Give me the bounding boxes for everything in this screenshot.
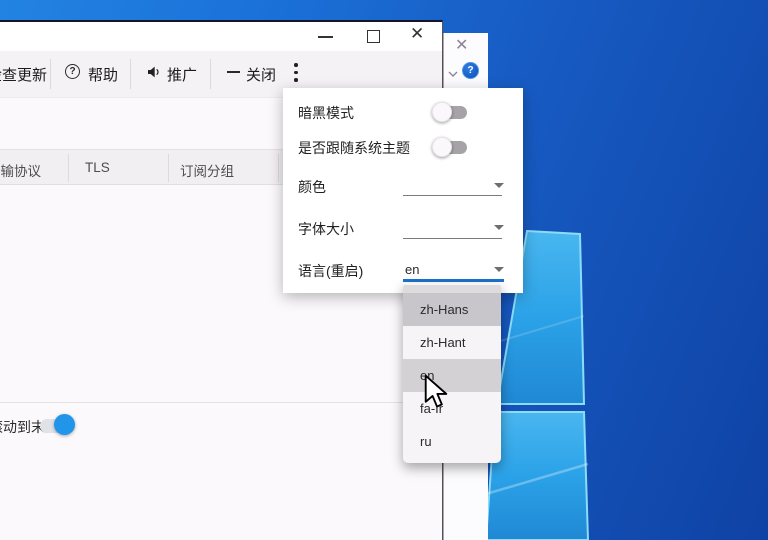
toolbar-divider <box>210 59 211 89</box>
dropdown-option-empty[interactable] <box>403 285 501 293</box>
dark-mode-label: 暗黑模式 <box>298 103 354 123</box>
dropdown-option-zh-hans[interactable]: zh-Hans <box>403 293 501 326</box>
column-divider <box>278 154 279 182</box>
more-options-icon[interactable] <box>294 63 298 86</box>
scroll-to-end-toggle-thumb[interactable] <box>54 414 75 435</box>
language-select-focus-underline <box>403 279 504 282</box>
settings-popup: 暗黑模式 是否跟随系统主题 颜色 字体大小 语言(重启) en <box>283 88 523 293</box>
titlebar: ✕ <box>0 22 442 51</box>
color-select-underline[interactable] <box>403 195 502 196</box>
column-tls[interactable]: TLS <box>85 160 110 175</box>
language-label: 语言(重启) <box>298 261 363 281</box>
help-circle-icon: ? <box>65 64 80 79</box>
chevron-down-icon[interactable] <box>447 70 459 78</box>
footer-divider <box>0 402 442 403</box>
toolbar-divider <box>130 59 131 89</box>
follow-system-theme-label: 是否跟随系统主题 <box>298 138 410 158</box>
dropdown-option-en[interactable]: en <box>403 359 501 392</box>
dark-mode-toggle[interactable] <box>432 102 472 122</box>
language-select-arrow-icon[interactable] <box>494 267 504 272</box>
language-select-value[interactable]: en <box>405 262 419 277</box>
maximize-icon[interactable] <box>367 30 380 43</box>
check-update-button[interactable]: 检查更新 <box>0 64 47 85</box>
font-size-select-arrow-icon[interactable] <box>494 225 504 230</box>
dropdown-option-ru[interactable]: ru <box>403 425 501 458</box>
toolbar-divider <box>50 59 51 89</box>
speaker-icon <box>146 64 162 80</box>
font-size-select-underline[interactable] <box>403 238 502 239</box>
mouse-cursor <box>424 374 448 410</box>
follow-system-theme-toggle[interactable] <box>432 137 472 157</box>
minus-icon <box>227 71 240 73</box>
column-transport-protocol[interactable]: 传输协议 <box>0 160 41 180</box>
close-menu-button[interactable]: 关闭 <box>246 64 276 85</box>
color-select-arrow-icon[interactable] <box>494 183 504 188</box>
close-icon[interactable]: ✕ <box>410 24 424 44</box>
column-subscription-group[interactable]: 订阅分组 <box>180 160 234 180</box>
column-divider <box>68 154 69 182</box>
help-badge-icon[interactable]: ? <box>462 62 479 79</box>
minimize-icon[interactable] <box>318 36 333 38</box>
dropdown-option-fa-ir[interactable]: fa-Ir <box>403 392 501 425</box>
promotion-button[interactable]: 推广 <box>167 64 197 85</box>
color-label: 颜色 <box>298 177 326 197</box>
dropdown-option-zh-hant[interactable]: zh-Hant <box>403 326 501 359</box>
side-close-icon[interactable]: ✕ <box>455 35 468 55</box>
font-size-label: 字体大小 <box>298 219 354 239</box>
column-divider <box>168 154 169 182</box>
language-dropdown-list: zh-Hans zh-Hant en fa-Ir ru <box>403 283 501 463</box>
help-button[interactable]: 帮助 <box>88 64 118 85</box>
